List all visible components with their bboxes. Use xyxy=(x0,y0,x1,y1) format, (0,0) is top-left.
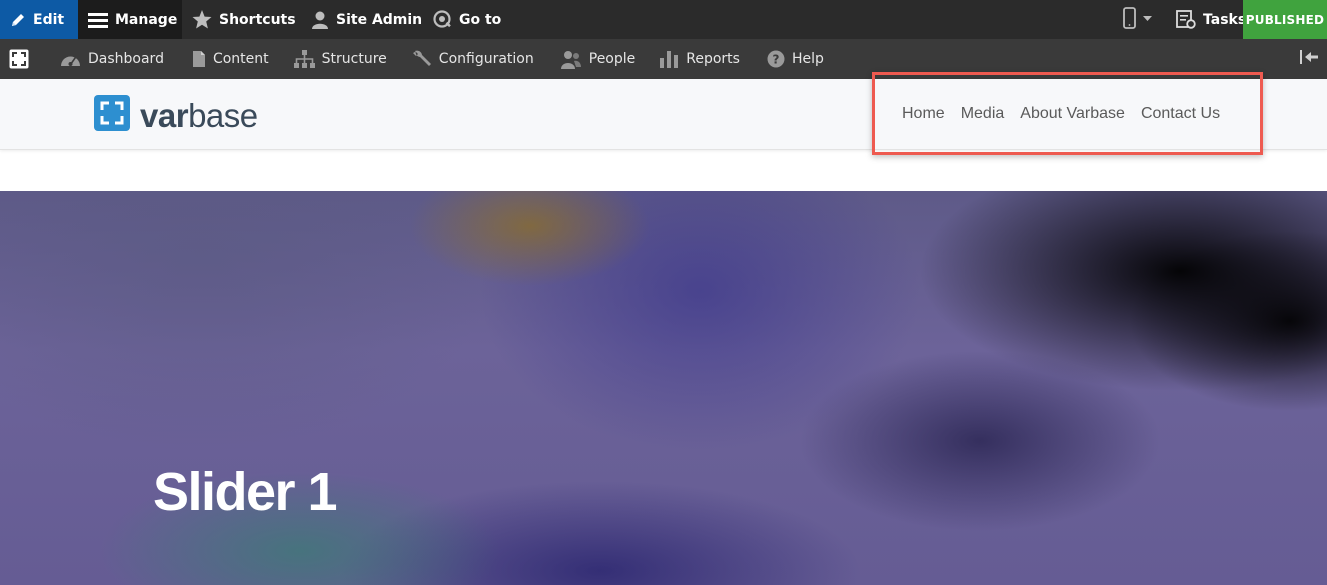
collapse-tray-button[interactable] xyxy=(1299,39,1319,79)
manage-button[interactable]: Manage xyxy=(78,0,182,39)
tray-item-label: People xyxy=(588,51,636,67)
admin-toolbar: Edit Manage Shortcuts Site Admin Go to T… xyxy=(0,0,1327,39)
tray-item-label: Help xyxy=(791,51,824,67)
pencil-icon xyxy=(10,12,26,28)
tray-item-label: Reports xyxy=(686,51,740,67)
goto-button[interactable]: Go to xyxy=(423,0,501,39)
published-label: PUBLISHED xyxy=(1245,12,1325,27)
site-admin-label: Site Admin xyxy=(336,11,423,28)
bar-chart-icon xyxy=(659,50,679,68)
tray-item-help[interactable]: ? Help xyxy=(767,39,824,79)
hero-slider[interactable]: Slider 1 xyxy=(0,191,1327,585)
site-logo[interactable]: varbase xyxy=(94,95,258,136)
tray-item-people[interactable]: People xyxy=(560,39,636,79)
shortcuts-button[interactable]: Shortcuts xyxy=(182,0,299,39)
site-admin-button[interactable]: Site Admin xyxy=(299,0,423,39)
tray-item-label: Dashboard xyxy=(88,51,164,67)
tray-item-dashboard[interactable]: Dashboard xyxy=(60,39,164,79)
document-icon xyxy=(192,50,206,68)
sitemap-icon xyxy=(293,50,315,68)
nav-link-about-varbase[interactable]: About Varbase xyxy=(1020,105,1125,123)
hamburger-icon xyxy=(88,12,108,28)
shortcuts-label: Shortcuts xyxy=(219,11,296,28)
tray-item-label: Content xyxy=(212,51,269,67)
brand-name-bold: var xyxy=(140,96,189,134)
tray-item-label: Structure xyxy=(321,51,387,67)
help-icon: ? xyxy=(767,50,785,68)
main-navigation: Home Media About Varbase Contact Us xyxy=(872,72,1263,155)
edit-label: Edit xyxy=(33,11,65,28)
mobile-device-icon xyxy=(1121,6,1155,33)
brand-name: varbase xyxy=(140,97,258,135)
manage-label: Manage xyxy=(115,11,178,28)
nav-link-home[interactable]: Home xyxy=(902,105,945,123)
nav-link-contact-us[interactable]: Contact Us xyxy=(1141,105,1220,123)
svg-text:?: ? xyxy=(772,53,779,67)
dashboard-icon xyxy=(60,51,81,67)
compass-icon xyxy=(433,10,452,29)
people-icon xyxy=(560,50,582,69)
tray-item-reports[interactable]: Reports xyxy=(659,39,740,79)
slide-title: Slider 1 xyxy=(153,462,338,522)
tasks-label: Tasks xyxy=(1203,11,1247,28)
site-header: varbase Home Media About Varbase Contact… xyxy=(0,72,1327,155)
varbase-logo-icon xyxy=(94,95,130,136)
brand-name-rest: base xyxy=(188,96,258,134)
varbase-tray-logo-icon[interactable] xyxy=(0,39,38,79)
tasks-button[interactable]: Tasks xyxy=(1168,0,1247,39)
star-icon xyxy=(192,10,212,29)
goto-label: Go to xyxy=(459,11,502,28)
tray-item-configuration[interactable]: Configuration xyxy=(412,39,534,79)
tray-item-structure[interactable]: Structure xyxy=(293,39,387,79)
collapse-arrow-icon xyxy=(1299,49,1319,70)
edit-button[interactable]: Edit xyxy=(0,0,78,39)
published-status-button[interactable]: PUBLISHED xyxy=(1243,0,1327,39)
tray-item-content[interactable]: Content xyxy=(192,39,269,79)
tray-item-label: Configuration xyxy=(438,51,534,67)
wrench-icon xyxy=(412,49,432,69)
nav-link-media[interactable]: Media xyxy=(961,105,1005,123)
user-icon xyxy=(311,11,329,29)
tasks-gear-icon xyxy=(1176,10,1196,29)
device-preview-button[interactable] xyxy=(1108,0,1168,39)
